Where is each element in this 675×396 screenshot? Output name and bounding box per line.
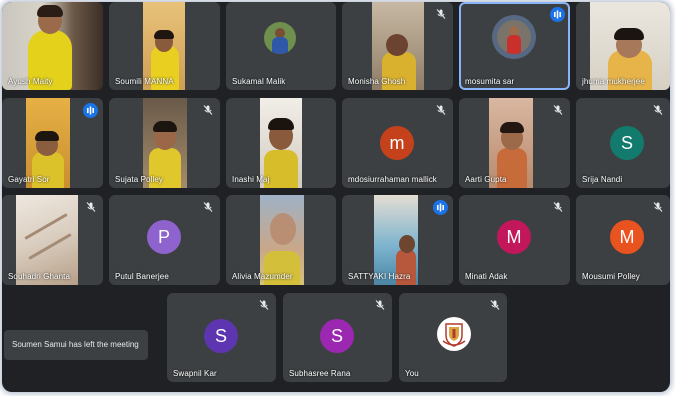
mic-muted-icon	[653, 105, 663, 115]
participant-tile-souhadri-ghanta[interactable]: Souhadri Ghanta	[2, 195, 103, 285]
participant-initial-avatar: M	[497, 220, 531, 254]
participant-name: Swapnil Kar	[173, 369, 217, 378]
participant-name: Sujata Polley	[115, 175, 163, 184]
participant-tile-sujata-polley[interactable]: Sujata Polley	[109, 98, 220, 188]
mic-muted-icon	[653, 202, 663, 212]
participant-tile-subhasree-rana[interactable]: S Subhasree Rana	[283, 293, 392, 382]
mic-muted-icon	[86, 202, 96, 212]
participant-name: mdosiurrahaman mallick	[348, 175, 437, 184]
participant-name: Minati Adak	[465, 272, 508, 281]
participant-name: Subhasree Rana	[289, 369, 351, 378]
participant-tile-jhuma-mukherjee[interactable]: jhuma mukherjee	[576, 2, 670, 90]
mic-muted-icon	[553, 105, 563, 115]
participant-tile-putul-banerjee[interactable]: P Putul Banerjee	[109, 195, 220, 285]
participant-tile-you[interactable]: You	[399, 293, 507, 382]
video-call-grid: Ayush Maity Soumili MANNA Sukamal Malik …	[2, 2, 670, 392]
mic-muted-icon	[553, 202, 563, 212]
participant-tile-soumili-manna[interactable]: Soumili MANNA	[109, 2, 220, 90]
participant-avatar-photo	[264, 22, 296, 54]
participant-name: SATTYAKI Hazra	[348, 272, 411, 281]
participant-name: Monisha Ghosh	[348, 77, 406, 86]
participant-initial-avatar: S	[320, 319, 354, 353]
participant-initial-avatar: S	[204, 319, 238, 353]
participant-name: Sukamal Malik	[232, 77, 286, 86]
speaking-indicator-icon	[433, 200, 448, 215]
participant-tile-srija-nandi[interactable]: S Srija Nandi	[576, 98, 670, 188]
participant-name: jhuma mukherjee	[582, 77, 645, 86]
participant-tile-mosumita-sar[interactable]: mosumita sar	[459, 2, 570, 90]
speaking-indicator-icon	[550, 7, 565, 22]
participant-tile-mdosiurrahaman-mallick[interactable]: m mdosiurrahaman mallick	[342, 98, 453, 188]
mic-muted-icon	[203, 105, 213, 115]
mic-muted-icon	[259, 300, 269, 310]
participant-name: Souhadri Ghanta	[8, 272, 70, 281]
participant-name: Putul Banerjee	[115, 272, 169, 281]
participant-initial-avatar: P	[147, 220, 181, 254]
participant-tile-gayatri-sor[interactable]: Gayatri Sor	[2, 98, 103, 188]
participant-name: Soumili MANNA	[115, 77, 174, 86]
participant-tile-aarti-gupta[interactable]: Aarti Gupta	[459, 98, 570, 188]
participant-tile-alivia-mazumder[interactable]: Alivia Mazumder	[226, 195, 336, 285]
participant-initial-avatar: m	[380, 126, 414, 160]
mic-muted-icon	[436, 105, 446, 115]
screenshot-frame: Ayush Maity Soumili MANNA Sukamal Malik …	[0, 0, 675, 396]
participant-tile-inashi-maj[interactable]: Inashi Maj	[226, 98, 336, 188]
mic-muted-icon	[375, 300, 385, 310]
participant-tile-sattyaki-hazra[interactable]: SATTYAKI Hazra	[342, 195, 453, 285]
notification-text: Soumen Samui has left the meeting	[12, 340, 139, 349]
mic-muted-icon	[203, 202, 213, 212]
participant-name: Mousumi Polley	[582, 272, 640, 281]
participant-tile-monisha-ghosh[interactable]: Monisha Ghosh	[342, 2, 453, 90]
participant-name: Aarti Gupta	[465, 175, 507, 184]
participant-name: mosumita sar	[465, 77, 515, 86]
mic-muted-icon	[490, 300, 500, 310]
participant-name: Alivia Mazumder	[232, 272, 293, 281]
participant-tile-mousumi-polley[interactable]: M Mousumi Polley	[576, 195, 670, 285]
participant-tile-minati-adak[interactable]: M Minati Adak	[459, 195, 570, 285]
participant-tile-ayush-maity[interactable]: Ayush Maity	[2, 2, 103, 90]
participant-name: Srija Nandi	[582, 175, 623, 184]
participant-name: Inashi Maj	[232, 175, 270, 184]
participant-initial-avatar: M	[610, 220, 644, 254]
participant-avatar-photo	[497, 20, 531, 54]
participant-name: Gayatri Sor	[8, 175, 50, 184]
participant-left-notification: Soumen Samui has left the meeting	[4, 330, 148, 360]
participant-tile-swapnil-kar[interactable]: S Swapnil Kar	[167, 293, 276, 382]
school-logo-avatar	[437, 317, 471, 351]
participant-name: Ayush Maity	[8, 77, 53, 86]
participant-name: You	[405, 369, 419, 378]
participant-tile-sukamal-malik[interactable]: Sukamal Malik	[226, 2, 336, 90]
mic-muted-icon	[436, 9, 446, 19]
speaking-indicator-icon	[83, 103, 98, 118]
participant-initial-avatar: S	[610, 126, 644, 160]
